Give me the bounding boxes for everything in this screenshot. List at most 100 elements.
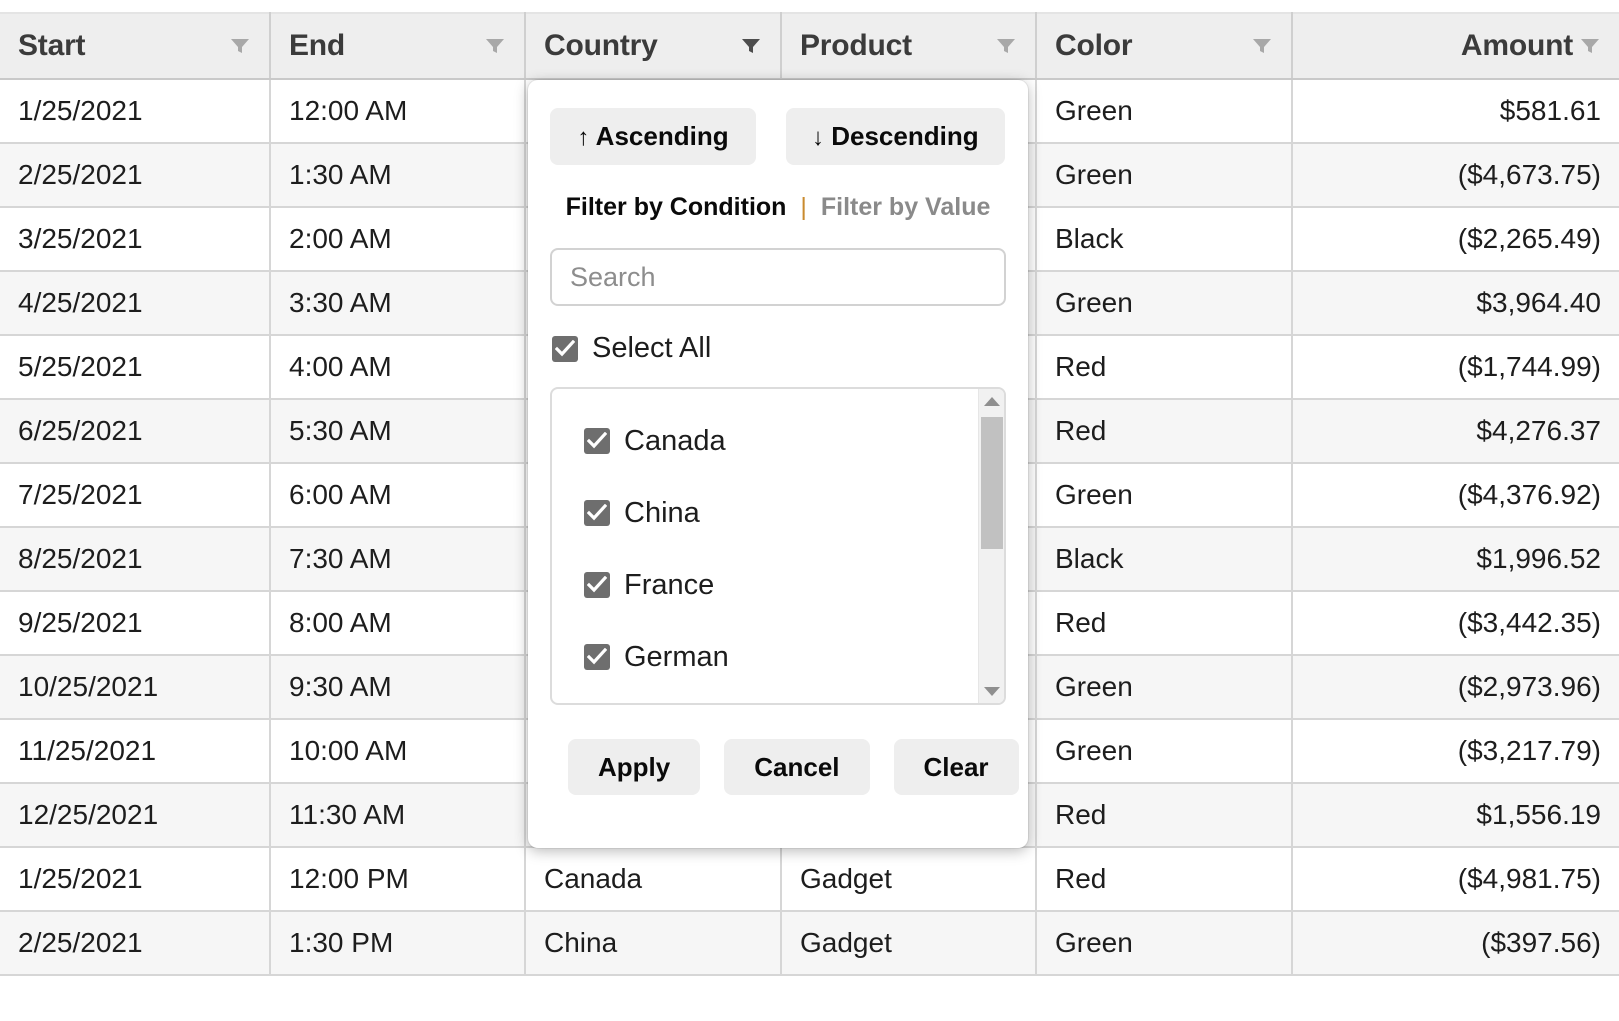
cell-color: Green: [1036, 911, 1293, 976]
cell-amount: ($3,217.79): [1292, 719, 1619, 784]
column-header-start[interactable]: Start: [0, 12, 271, 80]
scroll-up-arrow-icon[interactable]: [979, 389, 1004, 413]
table-row[interactable]: 1/25/2021 12:00 PM Canada Gadget Red ($4,981.…: [0, 847, 1619, 912]
cell-end: 5:30 AM: [270, 399, 526, 464]
cell-amount: ($4,981.75): [1292, 847, 1619, 912]
cell-start: 1/25/2021: [0, 79, 271, 144]
tab-filter-by-value[interactable]: Filter by Value: [821, 193, 991, 221]
cancel-button[interactable]: Cancel: [724, 739, 870, 795]
apply-button[interactable]: Apply: [568, 739, 701, 795]
sort-ascending-button[interactable]: ↑ Ascending: [550, 108, 756, 165]
column-header-label: Color: [1055, 29, 1133, 62]
cell-end: 7:30 AM: [270, 527, 526, 592]
column-header-product[interactable]: Product: [781, 12, 1037, 80]
cell-start: 2/25/2021: [0, 911, 271, 976]
cell-color: Red: [1036, 847, 1293, 912]
cell-end: 11:30 AM: [270, 783, 526, 848]
funnel-icon[interactable]: [484, 35, 506, 57]
cell-amount: ($2,265.49): [1292, 207, 1619, 272]
search-input[interactable]: [550, 248, 1006, 306]
filter-value-item[interactable]: German: [552, 621, 1004, 693]
funnel-icon[interactable]: [740, 35, 762, 57]
cell-color: Red: [1036, 399, 1293, 464]
cell-start: 3/25/2021: [0, 207, 271, 272]
cell-product: Gadget: [781, 911, 1037, 976]
cell-color: Red: [1036, 335, 1293, 400]
funnel-icon[interactable]: [229, 35, 251, 57]
clear-button[interactable]: Clear: [893, 739, 1019, 795]
column-header-label: Start: [18, 29, 86, 62]
cell-amount: $3,964.40: [1292, 271, 1619, 336]
funnel-icon[interactable]: [1251, 35, 1273, 57]
filter-value-checkbox[interactable]: [584, 428, 610, 454]
cell-amount: ($2,973.96): [1292, 655, 1619, 720]
cell-start: 7/25/2021: [0, 463, 271, 528]
column-header-end[interactable]: End: [270, 12, 526, 80]
select-all-checkbox[interactable]: [552, 335, 578, 362]
scrollbar-thumb[interactable]: [981, 417, 1003, 549]
filter-value-item[interactable]: Canada: [552, 405, 1004, 477]
column-header-label: Country: [544, 29, 658, 62]
table-row[interactable]: 2/25/2021 1:30 PM China Gadget Green ($397.56…: [0, 911, 1619, 976]
funnel-icon[interactable]: [995, 35, 1017, 57]
cell-start: 1/25/2021: [0, 847, 271, 912]
scroll-down-arrow-icon[interactable]: [979, 679, 1004, 703]
column-header-amount[interactable]: Amount: [1292, 12, 1619, 80]
cell-amount: ($4,673.75): [1292, 143, 1619, 208]
check-icon: [587, 576, 607, 593]
column-header-label: Amount: [1460, 29, 1573, 62]
filter-action-buttons: Apply Cancel Clear: [528, 705, 1028, 795]
cell-color: Red: [1036, 783, 1293, 848]
filter-value-checkbox[interactable]: [584, 644, 610, 670]
filter-value-list: Canada China France German: [550, 387, 1006, 705]
column-header-color[interactable]: Color: [1036, 12, 1293, 80]
cell-start: 10/25/2021: [0, 655, 271, 720]
sort-ascending-label: Ascending: [595, 121, 729, 151]
cell-start: 5/25/2021: [0, 335, 271, 400]
cell-end: 1:30 AM: [270, 143, 526, 208]
grid-header: Start End Country Product Color Amount: [0, 12, 1619, 80]
filter-value-item[interactable]: China: [552, 477, 1004, 549]
cell-amount: $581.61: [1292, 79, 1619, 144]
filter-value-item[interactable]: France: [552, 549, 1004, 621]
select-all-row[interactable]: Select All: [528, 306, 1028, 365]
column-header-label: End: [289, 29, 346, 62]
tab-filter-by-condition[interactable]: Filter by Condition: [566, 193, 787, 221]
arrow-up-icon: ↑: [577, 124, 590, 151]
cell-amount: $1,996.52: [1292, 527, 1619, 592]
cell-start: 11/25/2021: [0, 719, 271, 784]
filter-value-label: France: [624, 568, 715, 601]
sort-descending-button[interactable]: ↓ Descending: [786, 108, 1005, 165]
arrow-down-icon: ↓: [812, 124, 824, 151]
cell-start: 9/25/2021: [0, 591, 271, 656]
column-header-country[interactable]: Country: [525, 12, 782, 80]
cell-color: Green: [1036, 143, 1293, 208]
cell-color: Black: [1036, 207, 1293, 272]
filter-value-checkbox[interactable]: [584, 572, 610, 598]
cell-end: 12:00 PM: [270, 847, 526, 912]
funnel-icon[interactable]: [1579, 35, 1601, 57]
cell-color: Black: [1036, 527, 1293, 592]
filter-value-label: China: [624, 496, 700, 529]
data-grid-screen: Start End Country Product Color Amount 1…: [0, 0, 1619, 1021]
header-row: Start End Country Product Color Amount: [0, 12, 1619, 80]
cell-color: Green: [1036, 719, 1293, 784]
cell-start: 4/25/2021: [0, 271, 271, 336]
search-row: [528, 222, 1028, 306]
check-icon: [587, 504, 607, 521]
cell-end: 6:00 AM: [270, 463, 526, 528]
cell-amount: ($397.56): [1292, 911, 1619, 976]
filter-value-checkbox[interactable]: [584, 500, 610, 526]
cell-start: 8/25/2021: [0, 527, 271, 592]
filter-value-items: Canada China France German: [552, 389, 1004, 693]
filter-mode-tabs: Filter by Condition | Filter by Value: [528, 165, 1028, 222]
select-all-label: Select All: [592, 332, 712, 364]
cell-end: 9:30 AM: [270, 655, 526, 720]
value-list-scrollbar[interactable]: [978, 389, 1004, 703]
cell-start: 12/25/2021: [0, 783, 271, 848]
cell-country: Canada: [525, 847, 782, 912]
column-header-label: Product: [800, 29, 912, 62]
filter-value-label: German: [624, 640, 729, 673]
cell-end: 8:00 AM: [270, 591, 526, 656]
cell-end: 12:00 AM: [270, 79, 526, 144]
